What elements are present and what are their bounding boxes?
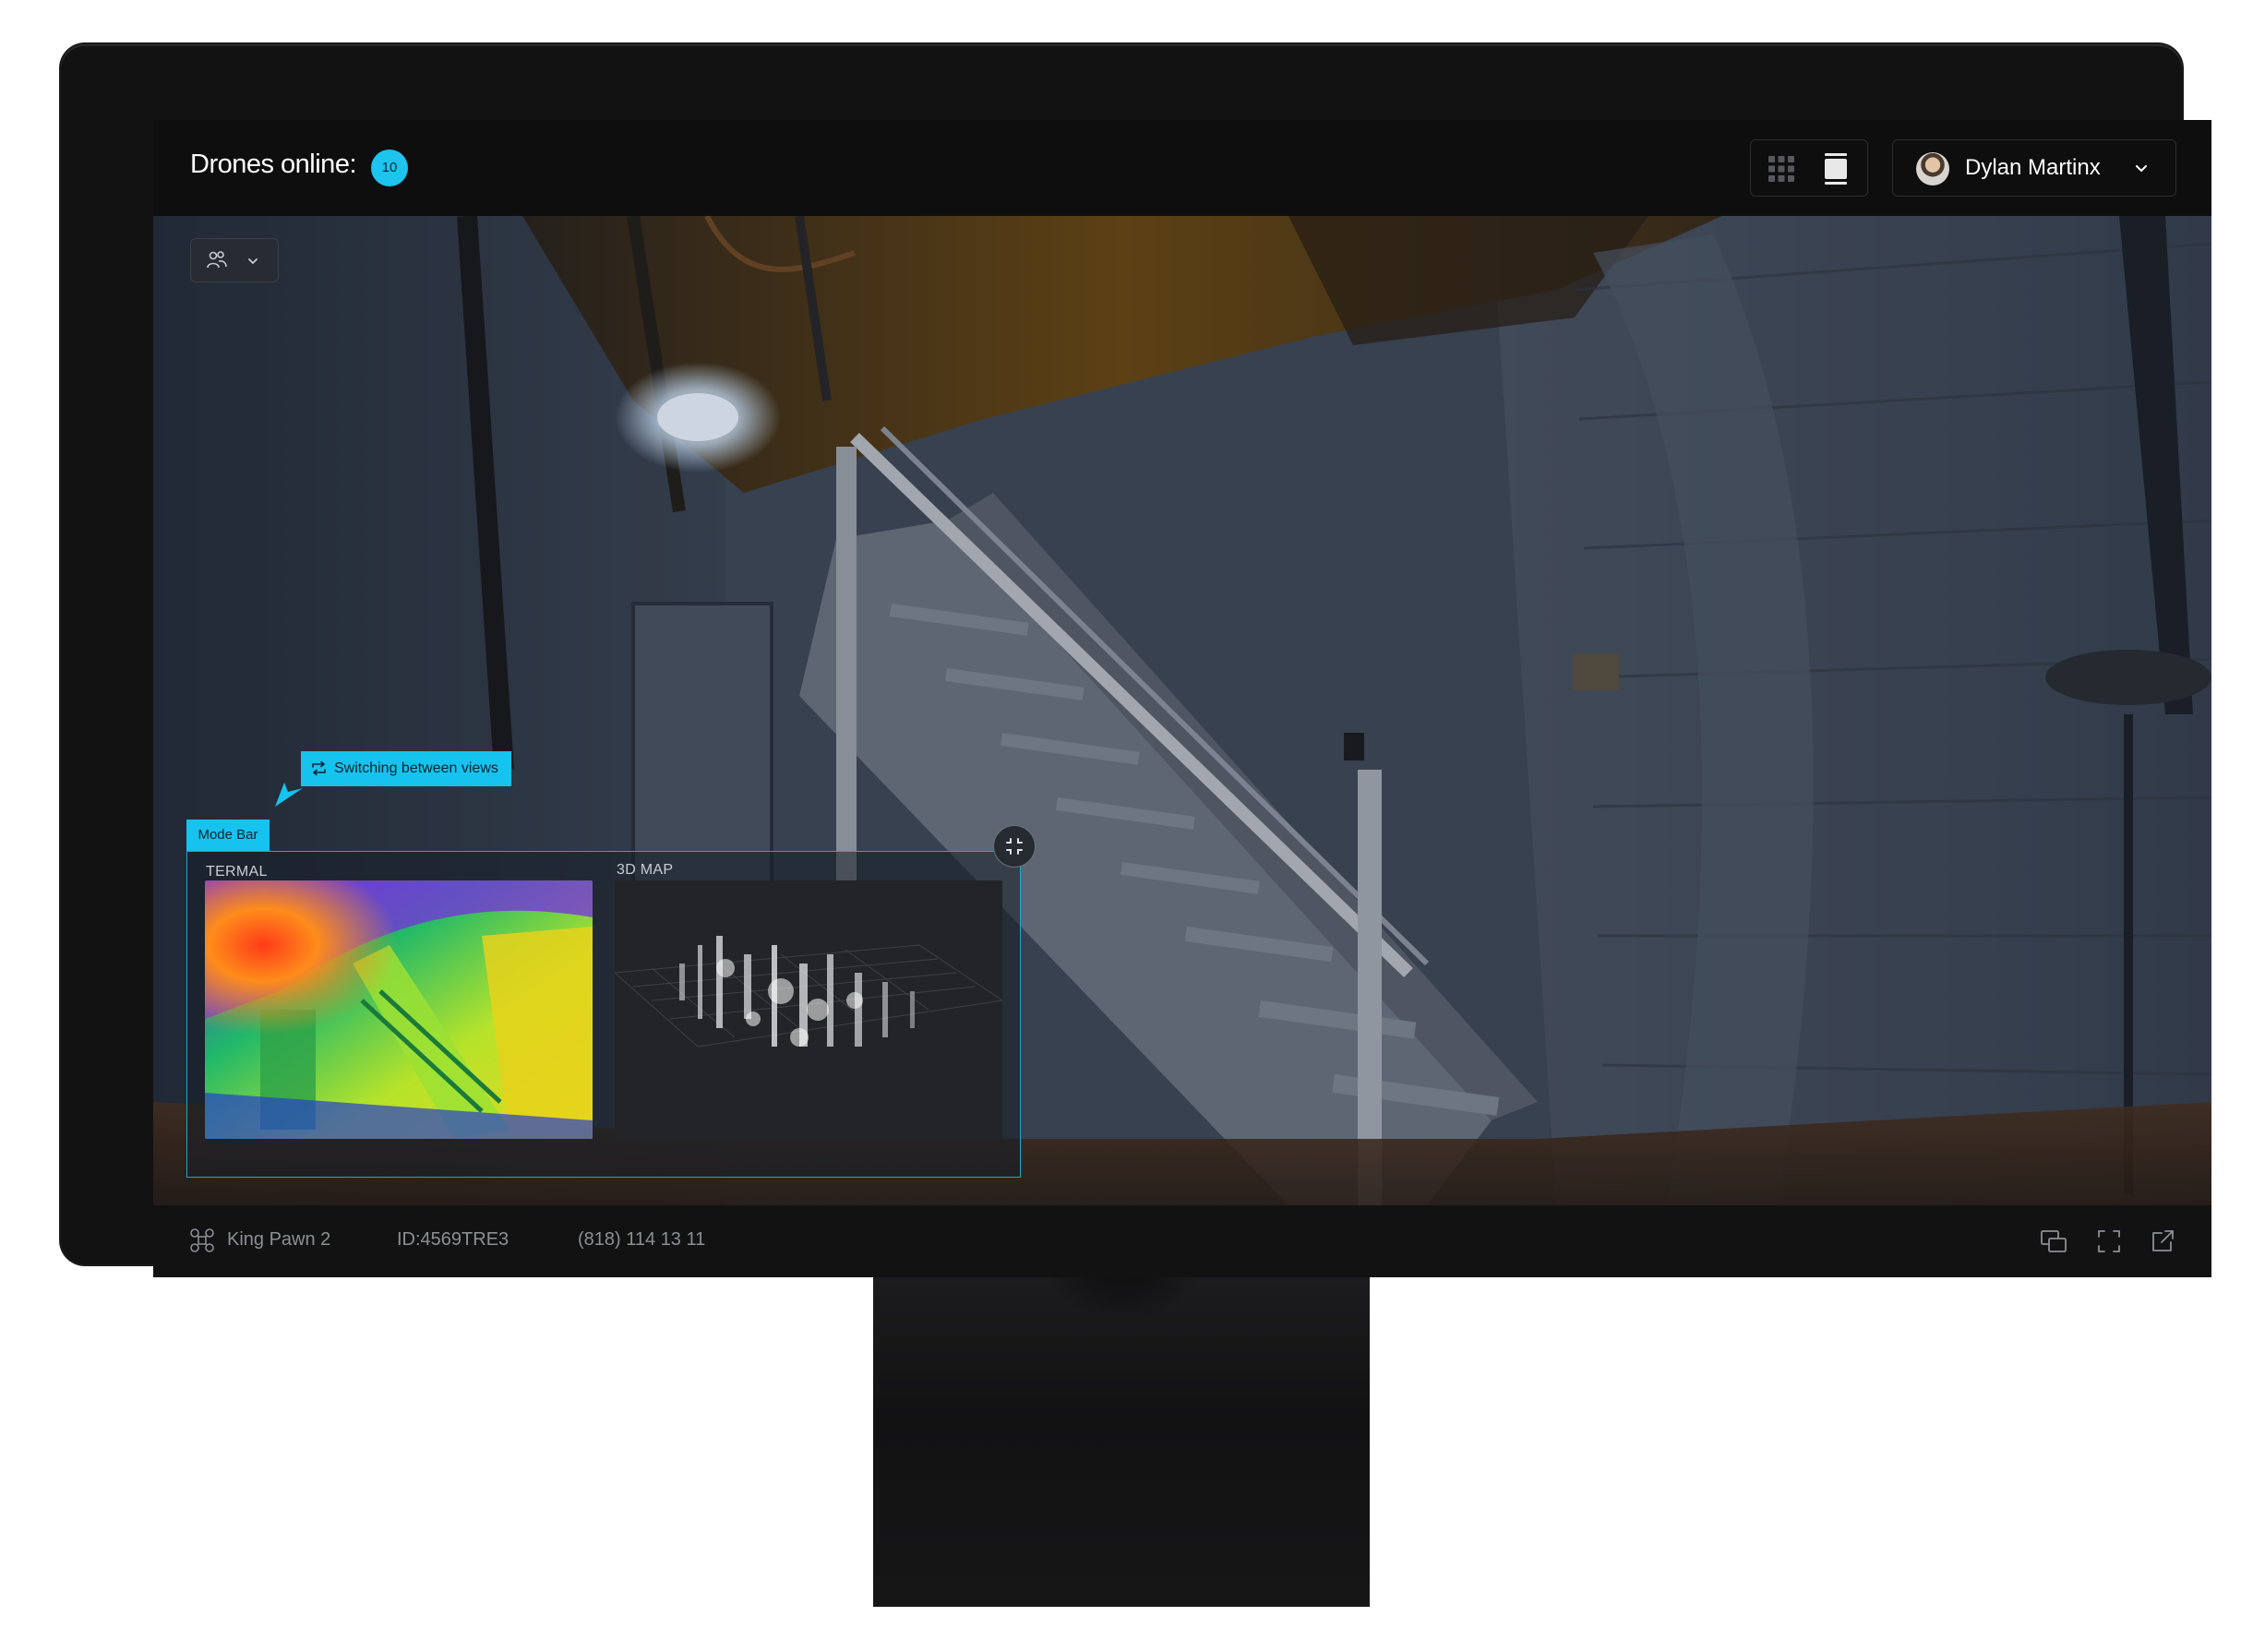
switching-views-label: Switching between views xyxy=(334,760,498,776)
app-screen: Drones online: 10 Dylan Martinx Switchin… xyxy=(153,120,2211,1277)
switching-views-annotation: Switching between views xyxy=(301,751,511,786)
user-menu[interactable]: Dylan Martinx xyxy=(1892,139,2176,197)
list-icon[interactable] xyxy=(1823,153,1849,185)
drones-online-count-badge: 10 xyxy=(371,150,408,186)
thermal-image xyxy=(205,880,593,1139)
camera-feed: Switching between views Mode Bar TERMAL … xyxy=(153,216,2211,1205)
collapse-icon xyxy=(1006,838,1023,855)
screens-icon[interactable] xyxy=(2040,1227,2067,1255)
group-select[interactable] xyxy=(190,238,279,282)
external-link-icon[interactable] xyxy=(2149,1227,2176,1255)
drone-info-bar: King Pawn 2 ID:4569TRE3 (818) 114 13 11 xyxy=(153,1205,2211,1277)
view-toggle xyxy=(1750,139,1868,197)
chevron-down-icon xyxy=(2136,165,2147,172)
drone-icon xyxy=(190,1228,214,1252)
3d-map-view-tile[interactable] xyxy=(615,880,1002,1139)
thermal-view-tile[interactable] xyxy=(205,880,593,1139)
drones-online-label: Drones online: xyxy=(190,150,357,179)
chevron-down-icon xyxy=(248,258,258,265)
3d-map-image xyxy=(615,936,1002,1047)
drone-phone: (818) 114 13 11 xyxy=(578,1229,706,1250)
map-view-label: 3D MAP xyxy=(617,862,674,878)
users-icon xyxy=(207,251,227,269)
collapse-mode-bar-button[interactable] xyxy=(993,825,1036,868)
fullscreen-icon[interactable] xyxy=(2095,1227,2123,1255)
drone-name: King Pawn 2 xyxy=(227,1229,331,1250)
avatar xyxy=(1916,152,1949,186)
drone-id: ID:4569TRE3 xyxy=(397,1229,509,1250)
repeat-icon xyxy=(312,761,326,775)
monitor-frame: Drones online: 10 Dylan Martinx Switchin… xyxy=(61,44,2211,1277)
mode-bar-annotation: Mode Bar xyxy=(186,820,270,851)
top-bar: Drones online: 10 Dylan Martinx xyxy=(153,120,2211,216)
grid-icon[interactable] xyxy=(1768,155,1795,183)
thermal-view-label: TERMAL xyxy=(206,864,268,880)
pointer-arrow-icon xyxy=(275,783,303,807)
user-name: Dylan Martinx xyxy=(1965,155,2101,180)
